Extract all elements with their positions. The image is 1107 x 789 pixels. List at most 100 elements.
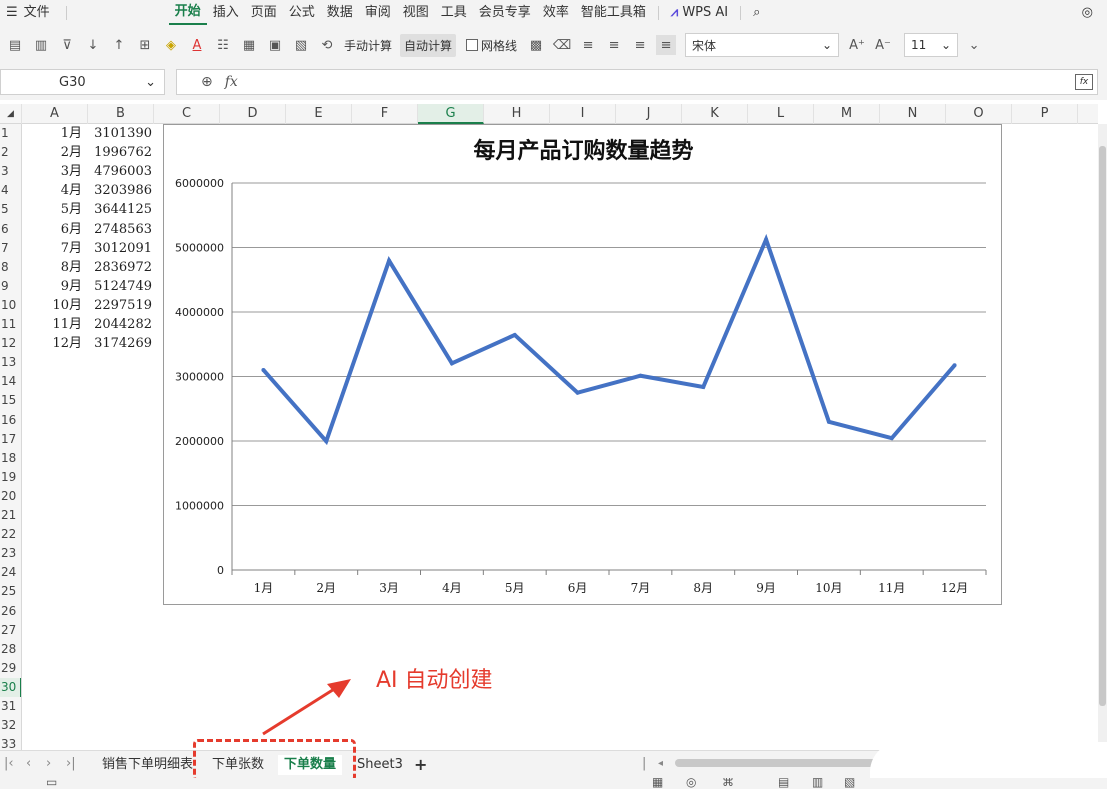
tab-page[interactable]: 页面 bbox=[245, 0, 283, 26]
data-point[interactable] bbox=[512, 332, 517, 337]
pivot-icon[interactable]: ▧ bbox=[291, 35, 311, 55]
zoom-icon[interactable]: ⊕ bbox=[201, 74, 213, 90]
column-header-m[interactable]: M bbox=[814, 104, 880, 124]
row-header-19[interactable]: 19 bbox=[0, 468, 21, 487]
format-painter-icon[interactable]: ▥ bbox=[31, 35, 51, 55]
cell-month[interactable]: 3月 bbox=[22, 162, 84, 181]
row-header-5[interactable]: 5 bbox=[0, 200, 21, 219]
row-header-28[interactable]: 28 bbox=[0, 640, 21, 659]
user-icon[interactable]: ◎ bbox=[1076, 0, 1099, 26]
data-point[interactable] bbox=[764, 237, 769, 242]
select-all-corner[interactable]: ◢ bbox=[0, 104, 22, 124]
cell-value[interactable]: 2297519 bbox=[94, 296, 152, 315]
more-chevron-icon[interactable]: ⌄ bbox=[964, 35, 984, 55]
column-header-f[interactable]: F bbox=[352, 104, 418, 124]
tab-view[interactable]: 视图 bbox=[397, 0, 435, 26]
name-box[interactable]: G30 ⌄ bbox=[0, 69, 165, 95]
row-header-16[interactable]: 16 bbox=[0, 411, 21, 430]
tab-formula[interactable]: 公式 bbox=[283, 0, 321, 26]
cell-value[interactable]: 1996762 bbox=[94, 143, 152, 162]
normal-view-icon[interactable]: ▦ bbox=[652, 778, 663, 789]
row-header-22[interactable]: 22 bbox=[0, 525, 21, 544]
row-header-15[interactable]: 15 bbox=[0, 391, 21, 410]
sort-asc-icon[interactable]: ↓ bbox=[83, 35, 103, 55]
cell-month[interactable]: 5月 bbox=[22, 200, 84, 219]
column-header-l[interactable]: L bbox=[748, 104, 814, 124]
fill-color-icon[interactable]: ◈ bbox=[161, 35, 181, 55]
horizontal-scrollbar[interactable] bbox=[655, 759, 885, 767]
row-header-21[interactable]: 21 bbox=[0, 506, 21, 525]
row-header-11[interactable]: 11 bbox=[0, 315, 21, 334]
conditional-format-icon[interactable]: ▩ bbox=[526, 35, 546, 55]
fx-icon[interactable]: fx bbox=[225, 74, 238, 90]
data-point[interactable] bbox=[324, 439, 329, 444]
first-sheet-icon[interactable]: |‹ bbox=[4, 756, 14, 771]
tab-member[interactable]: 会员专享 bbox=[473, 0, 537, 26]
row-header-8[interactable]: 8 bbox=[0, 258, 21, 277]
tab-tools[interactable]: 工具 bbox=[435, 0, 473, 26]
row-header-9[interactable]: 9 bbox=[0, 277, 21, 296]
data-point[interactable] bbox=[449, 361, 454, 366]
next-sheet-icon[interactable]: › bbox=[46, 756, 51, 771]
decrease-font-icon[interactable]: A⁻ bbox=[873, 35, 893, 55]
cell-value[interactable]: 2044282 bbox=[94, 315, 152, 334]
cell-month[interactable]: 11月 bbox=[22, 315, 84, 334]
tab-home[interactable]: 开始 bbox=[168, 1, 207, 25]
hamburger-icon[interactable]: ☰ bbox=[0, 0, 24, 26]
cell-value[interactable]: 3174269 bbox=[94, 334, 152, 353]
data-point[interactable] bbox=[575, 390, 580, 395]
formula-input[interactable]: ⊕ fx fx bbox=[176, 69, 1098, 95]
sort-desc-icon[interactable]: ↑ bbox=[109, 35, 129, 55]
cell-month[interactable]: 8月 bbox=[22, 258, 84, 277]
row-header-17[interactable]: 17 bbox=[0, 430, 21, 449]
cell-value[interactable]: 3012091 bbox=[94, 239, 152, 258]
row-header-14[interactable]: 14 bbox=[0, 372, 21, 391]
column-header-n[interactable]: N bbox=[880, 104, 946, 124]
column-header-d[interactable]: D bbox=[220, 104, 286, 124]
cell-value[interactable]: 3644125 bbox=[94, 200, 152, 219]
font-color-icon[interactable]: A bbox=[187, 35, 207, 55]
row-header-30[interactable]: 30 bbox=[0, 677, 21, 697]
data-point[interactable] bbox=[952, 363, 957, 368]
recalc-icon[interactable]: ⟲ bbox=[317, 35, 337, 55]
font-size-select[interactable]: 11 ⌄ bbox=[904, 33, 959, 57]
column-header-p[interactable]: P bbox=[1012, 104, 1078, 124]
cell-month[interactable]: 6月 bbox=[22, 220, 84, 239]
reading-view-icon[interactable]: ▧ bbox=[844, 778, 855, 789]
tab-data[interactable]: 数据 bbox=[321, 0, 359, 26]
tab-efficiency[interactable]: 效率 bbox=[537, 0, 575, 26]
font-name-select[interactable]: 宋体 ⌄ bbox=[685, 33, 840, 57]
cell-month[interactable]: 7月 bbox=[22, 239, 84, 258]
row-header-26[interactable]: 26 bbox=[0, 602, 21, 621]
row-header-31[interactable]: 31 bbox=[0, 697, 21, 716]
clear-format-icon[interactable]: ⌫ bbox=[552, 35, 572, 55]
cell-value[interactable]: 3203986 bbox=[94, 181, 152, 200]
cell-value[interactable]: 2748563 bbox=[94, 220, 152, 239]
scrollbar-thumb[interactable] bbox=[1099, 146, 1106, 706]
increase-font-icon[interactable]: A⁺ bbox=[847, 35, 867, 55]
cell-value[interactable]: 2836972 bbox=[94, 258, 152, 277]
auto-calc-button[interactable]: 自动计算 bbox=[400, 33, 457, 57]
cell-value[interactable]: 4796003 bbox=[94, 162, 152, 181]
vertical-scrollbar[interactable] bbox=[1098, 124, 1107, 750]
manual-calc-button[interactable]: 手动计算 bbox=[344, 37, 392, 54]
data-point[interactable] bbox=[387, 258, 392, 263]
tab-review[interactable]: 审阅 bbox=[359, 0, 397, 26]
table-icon[interactable]: ▣ bbox=[265, 35, 285, 55]
column-header-k[interactable]: K bbox=[682, 104, 748, 124]
status-left-icon[interactable]: ▭ bbox=[46, 778, 57, 789]
data-point[interactable] bbox=[638, 373, 643, 378]
split-view-icon[interactable]: ▥ bbox=[812, 778, 823, 789]
row-header-4[interactable]: 4 bbox=[0, 181, 21, 200]
tab-smart-toolbox[interactable]: 智能工具箱 bbox=[575, 0, 652, 26]
cell-month[interactable]: 2月 bbox=[22, 143, 84, 162]
row-header-29[interactable]: 29 bbox=[0, 659, 21, 678]
cell-value[interactable]: 3101390 bbox=[94, 124, 152, 143]
scrollbar-thumb[interactable] bbox=[675, 759, 885, 767]
series-line[interactable] bbox=[261, 233, 957, 446]
align-left-icon[interactable]: ≡ bbox=[578, 35, 598, 55]
row-header-7[interactable]: 7 bbox=[0, 239, 21, 258]
column-header-a[interactable]: A bbox=[22, 104, 88, 124]
row-header-6[interactable]: 6 bbox=[0, 220, 21, 239]
cell-month[interactable]: 10月 bbox=[22, 296, 84, 315]
